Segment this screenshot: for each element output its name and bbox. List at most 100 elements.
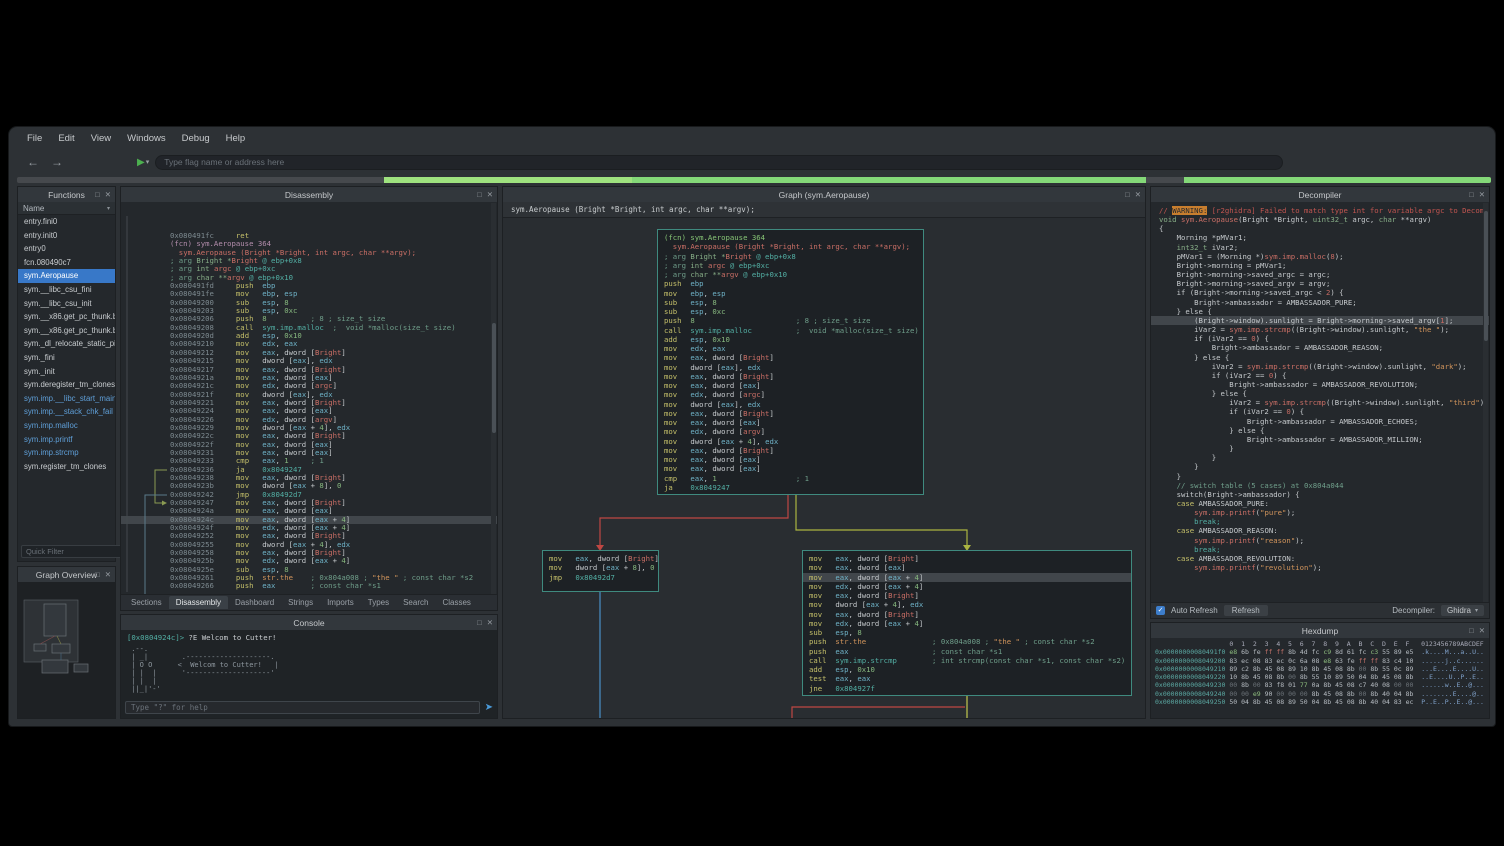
debug-play-icon[interactable]: ▶ — [137, 157, 145, 168]
function-item[interactable]: fcn.080490c7 — [18, 256, 115, 270]
basic-block-true[interactable]: mov eax, dword [Bright]mov eax, dword [e… — [802, 550, 1132, 696]
decompiler-line[interactable]: Bright->ambassador = AMBASSADOR_MILLION; — [1151, 435, 1489, 444]
function-item[interactable]: sym.__libc_csu_fini — [18, 283, 115, 297]
graph-minimap[interactable] — [18, 582, 115, 718]
seek-input[interactable] — [155, 155, 1283, 170]
hexdump-row[interactable]: 0x0000000008049220 10 8b 45 08 8b 00 8b … — [1155, 673, 1489, 681]
decompiler-line[interactable]: break; — [1151, 545, 1489, 554]
decompiler-line[interactable]: Morning *pMVar1; — [1151, 233, 1489, 242]
graph-asm-line[interactable]: mov eax, dword [Bright] — [809, 610, 1125, 619]
function-item[interactable]: sym._fini — [18, 351, 115, 365]
graph-asm-line[interactable]: mov dword [eax], edx — [664, 363, 917, 372]
float-icon[interactable]: □ — [1469, 626, 1474, 635]
decompiler-line[interactable]: iVar2 = sym.imp.strcmp((Bright->window).… — [1151, 362, 1489, 371]
graph-asm-line[interactable]: call sym.imp.strcmp ; int strcmp(const c… — [809, 656, 1125, 665]
graph-asm-line[interactable]: mov dword [eax], edx — [664, 400, 917, 409]
decompiler-line[interactable]: iVar2 = sym.imp.strcmp((Bright->window).… — [1151, 398, 1489, 407]
graph-asm-line[interactable]: mov eax, dword [eax] — [664, 464, 917, 473]
seekbar-segment[interactable] — [632, 177, 1146, 183]
hexdump-row[interactable]: 0x0000000008049240 00 00 e9 90 00 00 00 … — [1155, 690, 1489, 698]
sort-caret-icon[interactable]: ▾ — [107, 205, 110, 212]
decompiler-code[interactable]: // WARNING: [r2ghidra] Failed to match t… — [1151, 202, 1489, 604]
graph-asm-line[interactable]: mov edx, eax — [664, 344, 917, 353]
graph-asm-line[interactable]: mov eax, dword [Bright] — [809, 554, 1125, 563]
forward-button[interactable]: → — [45, 155, 69, 169]
hexdump-row[interactable]: 0x00000000080491f0 e8 6b fe ff ff 8b 4d … — [1155, 648, 1489, 656]
close-icon[interactable]: ✕ — [105, 190, 111, 199]
decompiler-line[interactable]: break; — [1151, 517, 1489, 526]
decompiler-line[interactable]: } else { — [1151, 307, 1489, 316]
decompiler-select[interactable]: Ghidra ▾ — [1441, 605, 1484, 616]
function-item[interactable]: entry0 — [18, 242, 115, 256]
decompiler-line[interactable]: if (iVar2 == 0) { — [1151, 334, 1489, 343]
graph-asm-line[interactable]: push str.the ; 0x804a008 ; "the " ; cons… — [809, 637, 1125, 646]
decompiler-line[interactable]: if (Bright->morning->saved_argc < 2) { — [1151, 288, 1489, 297]
graph-asm-line[interactable]: jne 0x804927f — [809, 684, 1125, 693]
graph-asm-line[interactable]: mov ebp, esp — [664, 289, 917, 298]
decompiler-line[interactable]: } else { — [1151, 426, 1489, 435]
float-icon[interactable]: □ — [477, 190, 482, 199]
decompiler-line[interactable]: (Bright->window).sunlight = Bright->morn… — [1151, 316, 1489, 325]
menu-item-file[interactable]: File — [19, 131, 50, 146]
graph-asm-line[interactable]: push ebp — [664, 279, 917, 288]
console-output[interactable]: [0x0804924c]> ?E Welcom to Cutter! .--. … — [121, 630, 497, 718]
hexdump-content[interactable]: 0 1 2 3 4 5 6 7 8 9 A B C D E F 01234567… — [1151, 638, 1489, 718]
function-item[interactable]: sym.__libc_csu_init — [18, 297, 115, 311]
float-icon[interactable]: □ — [95, 570, 100, 579]
float-icon[interactable]: □ — [1469, 190, 1474, 199]
graph-asm-line[interactable]: sym.Aeropause (Bright *Bright, int argc,… — [664, 242, 917, 251]
decompiler-line[interactable]: if (iVar2 == 0) { — [1151, 371, 1489, 380]
graph-asm-line[interactable]: mov dword [eax + 4], edx — [809, 600, 1125, 609]
disassembly-panel-header[interactable]: Disassembly □ ✕ — [121, 187, 497, 202]
function-item[interactable]: sym.imp.malloc — [18, 419, 115, 433]
close-icon[interactable]: ✕ — [1479, 626, 1485, 635]
decompiler-line[interactable]: Bright->morning = pMVar1; — [1151, 261, 1489, 270]
decompiler-line[interactable]: // WARNING: [r2ghidra] Failed to match t… — [1151, 206, 1489, 215]
seekbar[interactable] — [17, 177, 1491, 183]
graph-asm-line[interactable]: mov edx, dword [argc] — [664, 390, 917, 399]
decompiler-line[interactable]: Bright->ambassador = AMBASSADOR_REVOLUTI… — [1151, 380, 1489, 389]
decompiler-line[interactable]: // switch table (5 cases) at 0x804a044 — [1151, 481, 1489, 490]
seekbar-segment[interactable] — [384, 177, 632, 183]
function-item[interactable]: sym.__x86.get_pc_thunk.bp — [18, 310, 115, 324]
auto-refresh-checkbox[interactable]: ✓ — [1156, 606, 1165, 615]
decompiler-panel-header[interactable]: Decompiler □ ✕ — [1151, 187, 1489, 202]
decompiler-line[interactable]: } — [1151, 472, 1489, 481]
graph-asm-line[interactable]: mov eax, dword [eax] — [809, 563, 1125, 572]
hexdump-panel-header[interactable]: Hexdump □ ✕ — [1151, 623, 1489, 638]
menu-item-edit[interactable]: Edit — [50, 131, 82, 146]
close-icon[interactable]: ✕ — [1135, 190, 1141, 199]
functions-column-header[interactable]: Name ▾ — [18, 202, 115, 215]
graph-asm-line[interactable]: mov eax, dword [Bright] — [664, 446, 917, 455]
graph-asm-line[interactable]: add esp, 0x10 — [664, 335, 917, 344]
refresh-button[interactable]: Refresh — [1224, 605, 1268, 616]
graph-asm-line[interactable]: mov eax, dword [eax] — [664, 455, 917, 464]
graph-asm-line[interactable]: mov edx, dword [argv] — [664, 427, 917, 436]
tab-search[interactable]: Search — [396, 596, 435, 609]
function-item[interactable]: sym.register_tm_clones — [18, 460, 115, 474]
graph-asm-line[interactable]: mov edx, dword [eax + 4] — [809, 582, 1125, 591]
function-item[interactable]: sym.deregister_tm_clones — [18, 378, 115, 392]
menu-item-debug[interactable]: Debug — [174, 131, 218, 146]
disassembly-scrollbar[interactable] — [491, 203, 496, 595]
decompiler-line[interactable]: sym.imp.printf("reason"); — [1151, 536, 1489, 545]
hexdump-row[interactable]: 0x0000000008049250 50 04 8b 45 08 89 50 … — [1155, 698, 1489, 706]
menu-item-help[interactable]: Help — [218, 131, 254, 146]
graph-asm-line[interactable]: call sym.imp.malloc ; void *malloc(size_… — [664, 326, 917, 335]
tab-disassembly[interactable]: Disassembly — [169, 596, 228, 609]
decompiler-scrollbar[interactable] — [1483, 203, 1488, 603]
decompiler-line[interactable]: Bright->ambassador = AMBASSADOR_ECHOES; — [1151, 417, 1489, 426]
decompiler-line[interactable]: Bright->ambassador = AMBASSADOR_PURE; — [1151, 298, 1489, 307]
hexdump-row[interactable]: 0x0000000008049210 89 c2 8b 45 08 89 10 … — [1155, 665, 1489, 673]
decompiler-line[interactable]: } else { — [1151, 353, 1489, 362]
console-panel-header[interactable]: Console □ ✕ — [121, 615, 497, 630]
graph-asm-line[interactable]: mov eax, dword [Bright] — [664, 409, 917, 418]
decompiler-line[interactable]: void sym.Aeropause(Bright *Bright, uint3… — [1151, 215, 1489, 224]
seekbar-segment[interactable] — [17, 177, 384, 183]
console-send-icon[interactable]: ➤ — [485, 702, 493, 713]
seekbar-segment[interactable] — [1146, 177, 1184, 183]
decompiler-line[interactable]: iVar2 = sym.imp.strcmp((Bright->window).… — [1151, 325, 1489, 334]
basic-block-entry[interactable]: (fcn) sym.Aeropause 364 sym.Aeropause (B… — [657, 229, 924, 495]
close-icon[interactable]: ✕ — [487, 618, 493, 627]
menu-item-view[interactable]: View — [83, 131, 119, 146]
